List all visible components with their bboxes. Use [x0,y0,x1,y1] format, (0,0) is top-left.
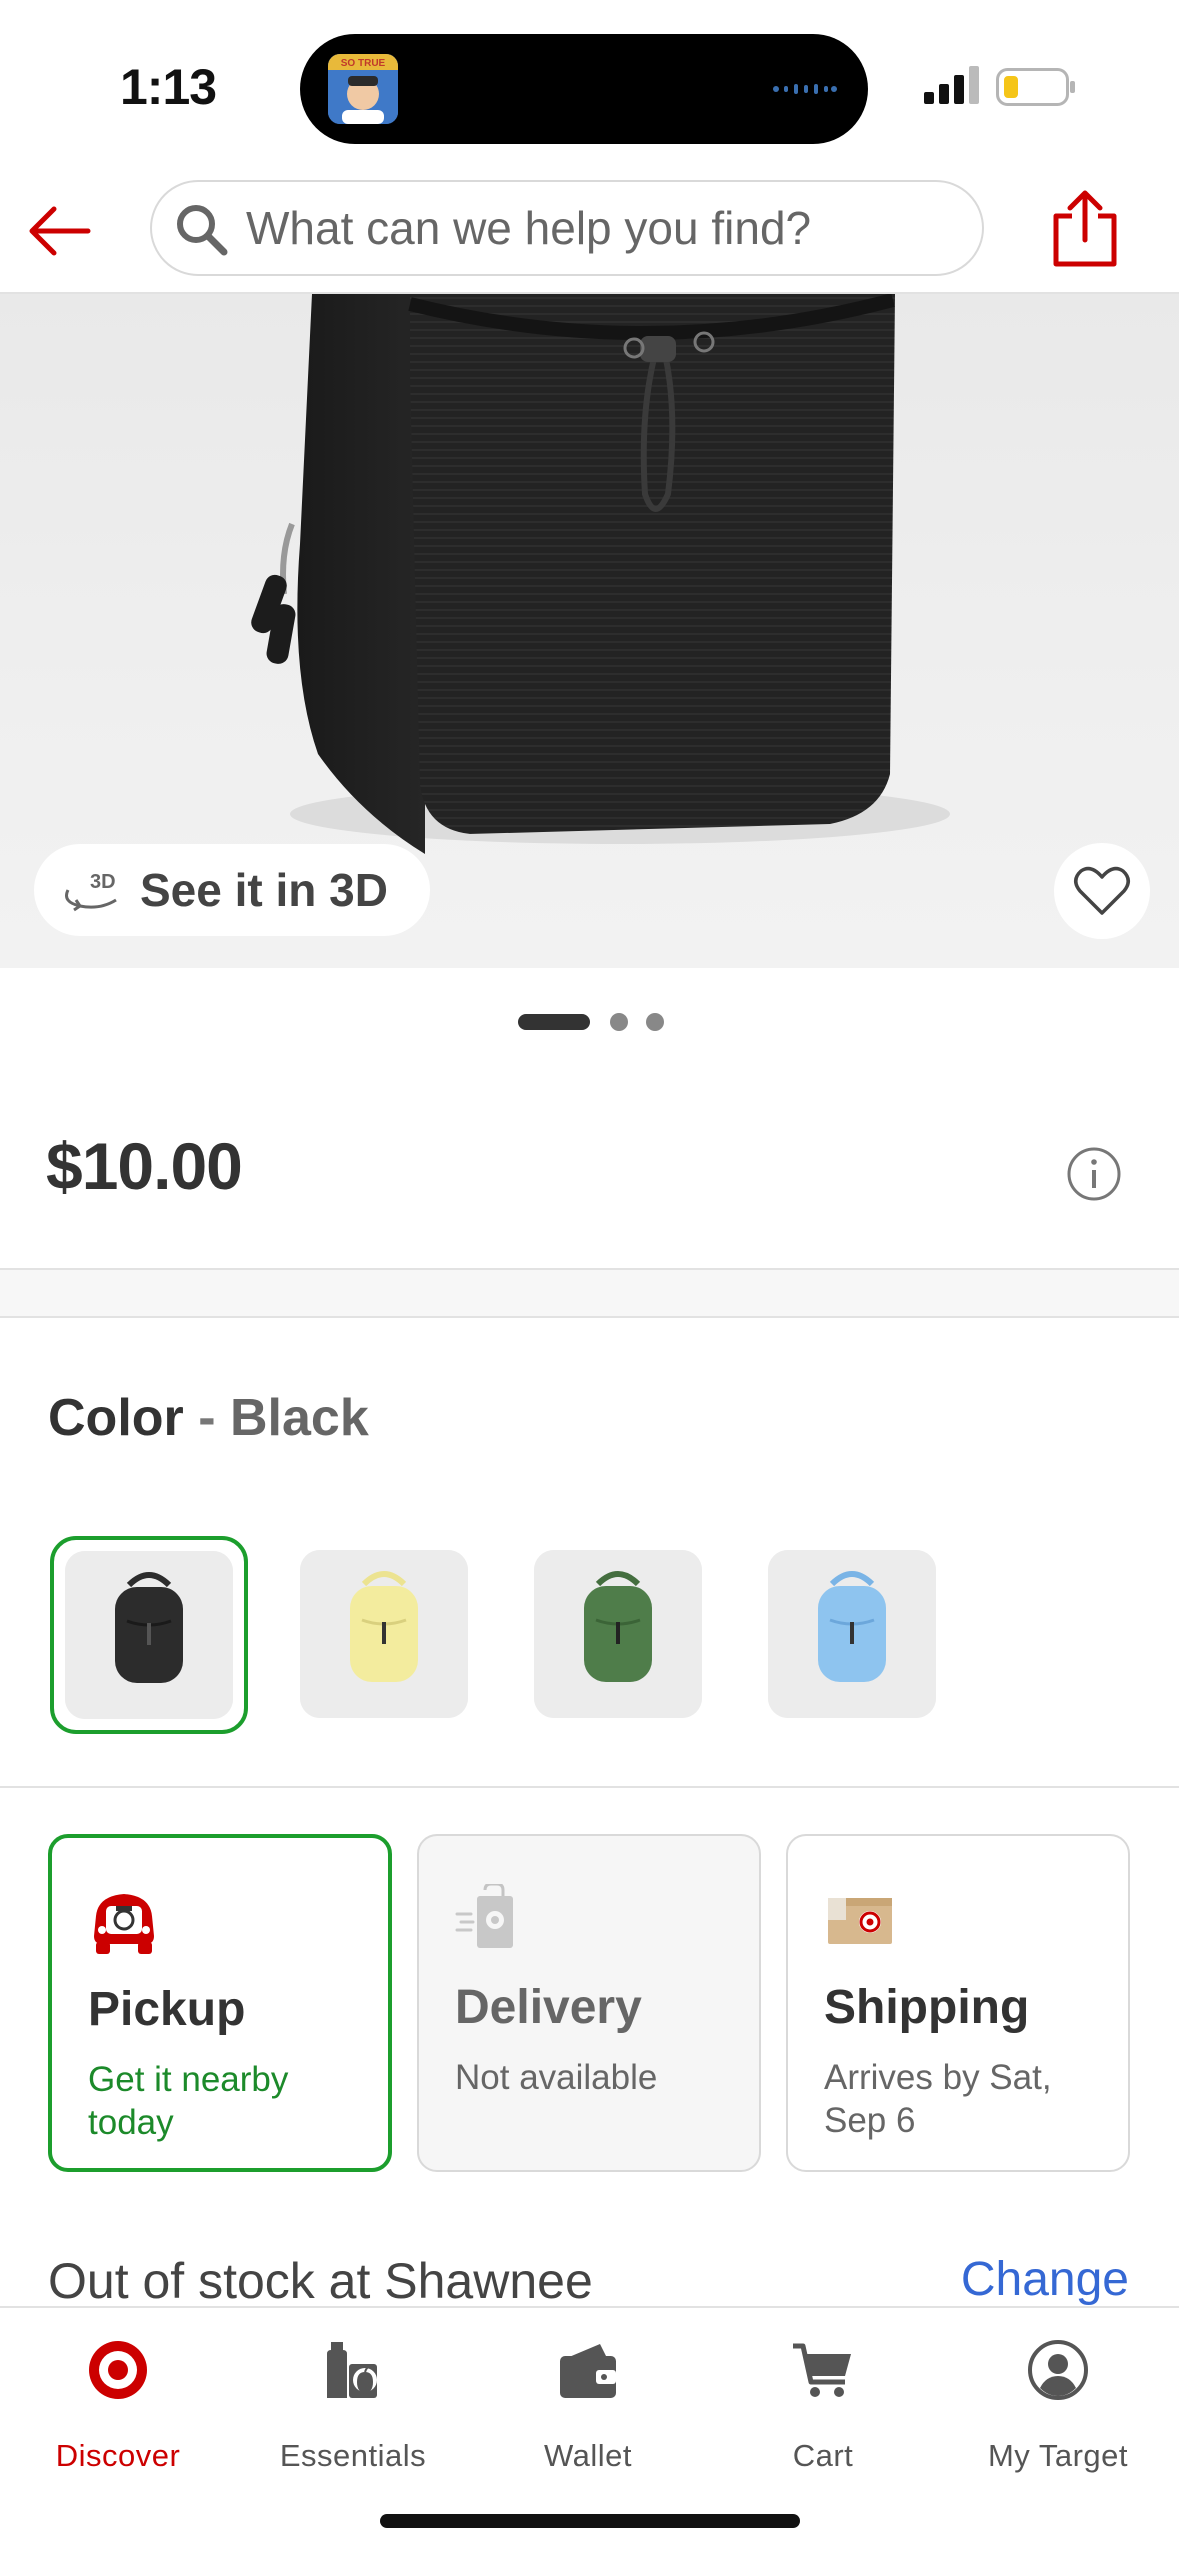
store-stock-row: Out of stock at Shawnee Change [0,2240,1179,2310]
wallet-icon [560,2344,616,2398]
delivery-subtitle: Not available [455,2058,658,2097]
top-header [0,170,1179,294]
see-in-3d-button[interactable]: 3D See it in 3D [34,844,430,936]
cart-icon [793,2343,851,2397]
pickup-car-icon [94,1894,154,1954]
cellular-signal-icon [924,66,979,104]
favorite-button[interactable] [1054,843,1150,939]
tab-my-target[interactable]: My Target [948,2332,1168,2482]
battery-icon [996,68,1075,106]
stock-status-text: Out of stock at Shawnee [48,2253,593,2309]
status-time: 1:13 [120,59,217,115]
search-input[interactable] [246,182,966,274]
tab-label: Cart [792,2438,854,2473]
tab-label: Wallet [544,2438,632,2473]
section-divider [0,1268,1179,1318]
share-button[interactable] [1050,188,1120,268]
shipping-title: Shipping [824,1981,1030,2034]
status-bar: 1:13 SO TRUE [0,0,1179,170]
backpack-thumbnail-blue [768,1550,936,1718]
pagination-dot-active[interactable] [518,1014,590,1030]
color-swatch-blue[interactable] [768,1550,936,1718]
color-swatch-yellow[interactable] [300,1550,468,1718]
see-in-3d-label: See it in 3D [140,864,388,916]
essentials-icon [327,2342,377,2398]
tab-wallet[interactable]: Wallet [478,2332,698,2482]
bullseye-icon [89,2341,147,2399]
backpack-thumbnail-yellow [300,1550,468,1718]
pickup-subtitle: Get it nearby today [88,2060,289,2142]
shipping-box-icon [828,1898,892,1944]
fulfillment-delivery-card[interactable]: Delivery Not available [417,1834,761,2172]
delivery-bag-icon [455,1884,513,1948]
search-icon [177,205,228,256]
info-icon[interactable] [1066,1146,1122,1202]
pickup-title: Pickup [88,1983,246,2036]
fulfillment-shipping-card[interactable]: Shipping Arrives by Sat, Sep 6 [786,1834,1130,2172]
tab-label: Essentials [279,2438,427,2473]
color-selected-value: Black [230,1389,369,1447]
product-image-gallery[interactable]: 3D See it in 3D [0,294,1179,968]
dynamic-island[interactable]: SO TRUE [300,34,868,144]
backpack-thumbnail-black [65,1551,233,1719]
pagination-dot[interactable] [610,1013,628,1031]
back-button[interactable] [22,194,96,268]
tab-label: My Target [987,2438,1129,2473]
color-heading: Color - Black [48,1388,369,1448]
change-store-link[interactable]: Change [961,2252,1129,2307]
fulfillment-pickup-card[interactable]: Pickup Get it nearby today [48,1834,392,2172]
color-swatch-black[interactable] [65,1551,233,1719]
audio-wave-icon [773,84,837,94]
section-divider [0,1786,1179,1788]
product-price: $10.00 [46,1129,243,1203]
tab-cart[interactable]: Cart [713,2332,933,2482]
search-bar[interactable] [150,180,984,276]
share-icon [1053,190,1117,267]
pagination-dot[interactable] [646,1013,664,1031]
home-indicator[interactable] [380,2514,800,2528]
tab-discover[interactable]: Discover [8,2332,228,2482]
tab-label: Discover [55,2438,181,2473]
heart-icon [1074,866,1130,915]
back-arrow-icon [29,206,91,256]
color-swatch-green[interactable] [534,1550,702,1718]
3d-rotate-icon: 3D [65,871,117,912]
3d-badge-text: 3D [90,871,116,893]
island-app-label: SO TRUE [341,58,386,69]
tab-essentials[interactable]: Essentials [243,2332,463,2482]
color-label: Color [48,1389,184,1447]
backpack-thumbnail-green [534,1550,702,1718]
delivery-title: Delivery [455,1981,642,2034]
color-separator: - [198,1389,216,1447]
island-app-icon: SO TRUE [328,54,398,124]
shipping-subtitle: Arrives by Sat, Sep 6 [824,2058,1052,2140]
account-icon [1028,2340,1088,2400]
image-pagination [0,1012,1179,1032]
